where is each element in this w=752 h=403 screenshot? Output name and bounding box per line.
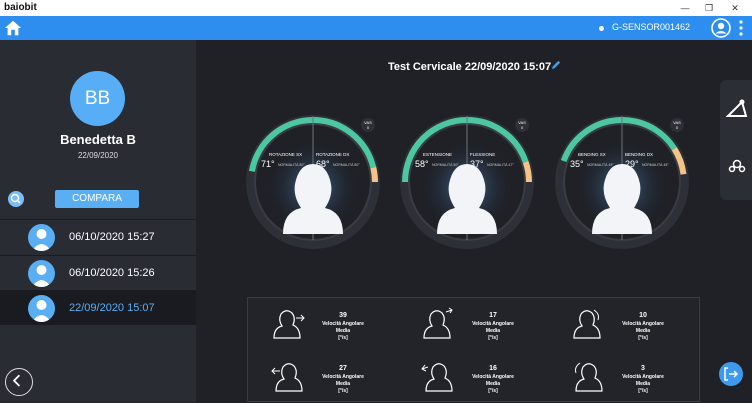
patient-sidebar: BB Benedetta B 22/09/2020 COMPARA 06/10/… [0, 40, 196, 402]
session-item[interactable]: 06/10/2020 15:26 [0, 255, 196, 290]
session-label: 06/10/2020 15:26 [69, 267, 155, 279]
stat-value: 16 [489, 365, 497, 372]
compare-button[interactable]: COMPARA [55, 190, 139, 208]
window-titlebar: baiobit — ❐ ✕ [0, 0, 752, 16]
stat-item: 16 Velocità Angolare Media [°/s] [398, 353, 548, 403]
maximize-button[interactable]: ❐ [698, 0, 720, 16]
gauge-left-label: ROTAZIONE SX [269, 152, 303, 157]
gauge-right-deficit-arc [370, 166, 378, 183]
close-button[interactable]: ✕ [724, 0, 746, 16]
logout-icon [724, 367, 739, 381]
stat-label: Velocità Angolare Media [°/s] [472, 374, 514, 394]
stat-item: 39 Velocità Angolare Media [°/s] [248, 300, 398, 350]
session-item-active[interactable]: 22/09/2020 15:07 [0, 290, 196, 325]
head-extension-icon [423, 307, 453, 339]
app-title: baiobit [4, 2, 37, 13]
gauge-right-normality: NORMALITÀ 45° [642, 163, 669, 167]
top-bar: G-SENSOR001462 [0, 16, 752, 40]
stat-item: 27 Velocità Angolare Media [°/s] [248, 353, 398, 403]
head-rotation-icon [273, 310, 305, 339]
search-icon[interactable] [8, 191, 24, 207]
gauge-left-value: 71° [261, 159, 275, 169]
stat-item: 3 Velocità Angolare Media [°/s] [548, 353, 698, 403]
patient-date: 22/09/2020 [77, 151, 119, 160]
gauge-left-normality: NORMALITÀ 50° [432, 163, 459, 167]
device-label: G-SENSOR001462 [612, 22, 691, 32]
stat-value: 17 [489, 312, 497, 319]
patient-name: Benedetta B [60, 132, 136, 147]
vas-badge[interactable]: VAS 0 [361, 118, 375, 132]
stat-label: Velocità Angolare Media [°/s] [622, 374, 664, 394]
head-rotation-icon [271, 363, 303, 392]
patient-avatar: BB [70, 71, 125, 126]
session-label: 06/10/2020 15:27 [69, 231, 155, 243]
stat-label: Velocità Angolare Media [°/s] [322, 374, 364, 394]
session-item[interactable]: 06/10/2020 15:27 [0, 219, 196, 254]
gauge-right-value: 29° [625, 159, 639, 169]
gauge-left-normality: NORMALITÀ 80° [278, 163, 305, 167]
user-icon [28, 295, 55, 322]
user-icon [28, 260, 55, 287]
gauge-right-value: 68° [316, 159, 330, 169]
gauge-left-value: 58° [415, 159, 429, 169]
gauge-right-normality: NORMALITÀ 80° [333, 163, 360, 167]
gauge-right-label: ROTAZIONE DX [316, 152, 350, 157]
gauge-right-normality: NORMALITÀ 47° [487, 163, 514, 167]
gauge-left-value: 35° [570, 159, 584, 169]
user-account-icon[interactable] [711, 18, 731, 38]
back-button[interactable] [5, 368, 33, 396]
vas-value: 0 [520, 125, 524, 130]
head-flexion-icon [421, 363, 453, 392]
chevron-left-icon [12, 374, 21, 387]
stat-value: 27 [339, 365, 347, 372]
exit-button[interactable] [719, 362, 743, 386]
stat-item: 10 Velocità Angolare Media [°/s] [548, 300, 698, 350]
stat-value: 10 [639, 312, 647, 319]
head-bending-icon [575, 362, 603, 392]
gauge-left-label: ESTENSIONE [423, 152, 453, 157]
vas-badge[interactable]: VAS 0 [670, 118, 684, 132]
gauge-right-deficit-arc [522, 160, 532, 183]
minimize-button[interactable]: — [674, 0, 696, 16]
gauge-right-label: FLESSIONE [470, 152, 496, 157]
head-bending-icon [573, 309, 601, 339]
device-status-dot [599, 26, 604, 31]
stat-value: 3 [641, 365, 645, 372]
stat-item: 17 Velocità Angolare Media [°/s] [398, 300, 548, 350]
vas-value: 0 [366, 125, 370, 130]
gauge-right-value: 37° [470, 159, 484, 169]
gauge-left-label: BENDING SX [578, 152, 606, 157]
session-label: 22/09/2020 15:07 [69, 302, 155, 314]
stat-label: Velocità Angolare Media [°/s] [622, 321, 664, 341]
more-options-icon[interactable] [738, 19, 744, 37]
vas-badge[interactable]: VAS 0 [515, 118, 529, 132]
user-icon [28, 224, 55, 251]
stat-label: Velocità Angolare Media [°/s] [472, 321, 514, 341]
velocity-stats-panel: 39 Velocità Angolare Media [°/s] 17 Veloci… [247, 297, 700, 402]
stat-label: Velocità Angolare Media [°/s] [322, 321, 364, 341]
gauge-left-normality: NORMALITÀ 45° [587, 163, 614, 167]
stat-value: 39 [339, 312, 347, 319]
vas-value: 0 [675, 125, 679, 130]
home-icon[interactable] [4, 19, 22, 37]
gauge-right-label: BENDING DX [625, 152, 654, 157]
